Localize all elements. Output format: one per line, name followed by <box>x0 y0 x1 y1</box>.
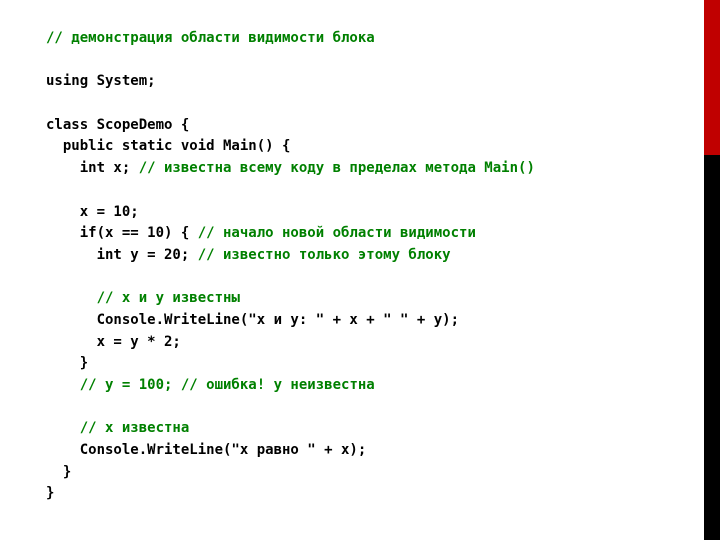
accent-bar-red <box>704 0 720 155</box>
code-text: int x; <box>46 160 139 176</box>
code-line: x = y * 2; <box>46 334 181 350</box>
slide: // демонстрация области видимости блока … <box>0 0 720 540</box>
code-line: } <box>46 485 54 501</box>
accent-bar-black <box>704 155 720 540</box>
code-text: class ScopeDemo { <box>46 117 189 133</box>
code-text: } <box>46 485 54 501</box>
code-text: if(x == 10) { <box>46 225 198 241</box>
code-line: // y = 100; // ошибка! y неизвестна <box>46 377 375 393</box>
code-comment: // x известна <box>80 420 190 436</box>
code-line: // x и y известны <box>46 290 240 306</box>
code-comment: // известно только этому блоку <box>198 247 451 263</box>
code-line: using System; <box>46 73 156 89</box>
code-line: class ScopeDemo { <box>46 117 189 133</box>
code-text: x = y * 2; <box>46 334 181 350</box>
code-comment: // демонстрация области видимости блока <box>46 30 375 46</box>
code-text <box>46 377 80 393</box>
code-text: } <box>46 355 88 371</box>
code-line: } <box>46 464 71 480</box>
code-line: // x известна <box>46 420 189 436</box>
code-text: x = 10; <box>46 204 139 220</box>
code-block: // демонстрация области видимости блока … <box>46 28 674 505</box>
code-line: public static void Main() { <box>46 138 290 154</box>
code-text <box>46 290 97 306</box>
code-text: using System; <box>46 73 156 89</box>
code-line: } <box>46 355 88 371</box>
code-line: int y = 20; // известно только этому бло… <box>46 247 451 263</box>
code-text: public static void Main() { <box>46 138 290 154</box>
code-comment: // известна всему коду в пределах метода… <box>139 160 535 176</box>
code-comment: // y = 100; // ошибка! y неизвестна <box>80 377 375 393</box>
code-text: int y = 20; <box>46 247 198 263</box>
code-text: } <box>46 464 71 480</box>
code-comment: // x и y известны <box>97 290 240 306</box>
code-line: int x; // известна всему коду в пределах… <box>46 160 535 176</box>
code-text <box>46 420 80 436</box>
code-text: Console.WriteLine("x равно " + x); <box>46 442 366 458</box>
code-line: if(x == 10) { // начало новой области ви… <box>46 225 476 241</box>
code-line: Console.WriteLine("x и y: " + x + " " + … <box>46 312 459 328</box>
code-text: Console.WriteLine("x и y: " + x + " " + … <box>46 312 459 328</box>
code-line: Console.WriteLine("x равно " + x); <box>46 442 366 458</box>
code-comment: // начало новой области видимости <box>198 225 476 241</box>
code-line: // демонстрация области видимости блока <box>46 30 375 46</box>
code-line: x = 10; <box>46 204 139 220</box>
